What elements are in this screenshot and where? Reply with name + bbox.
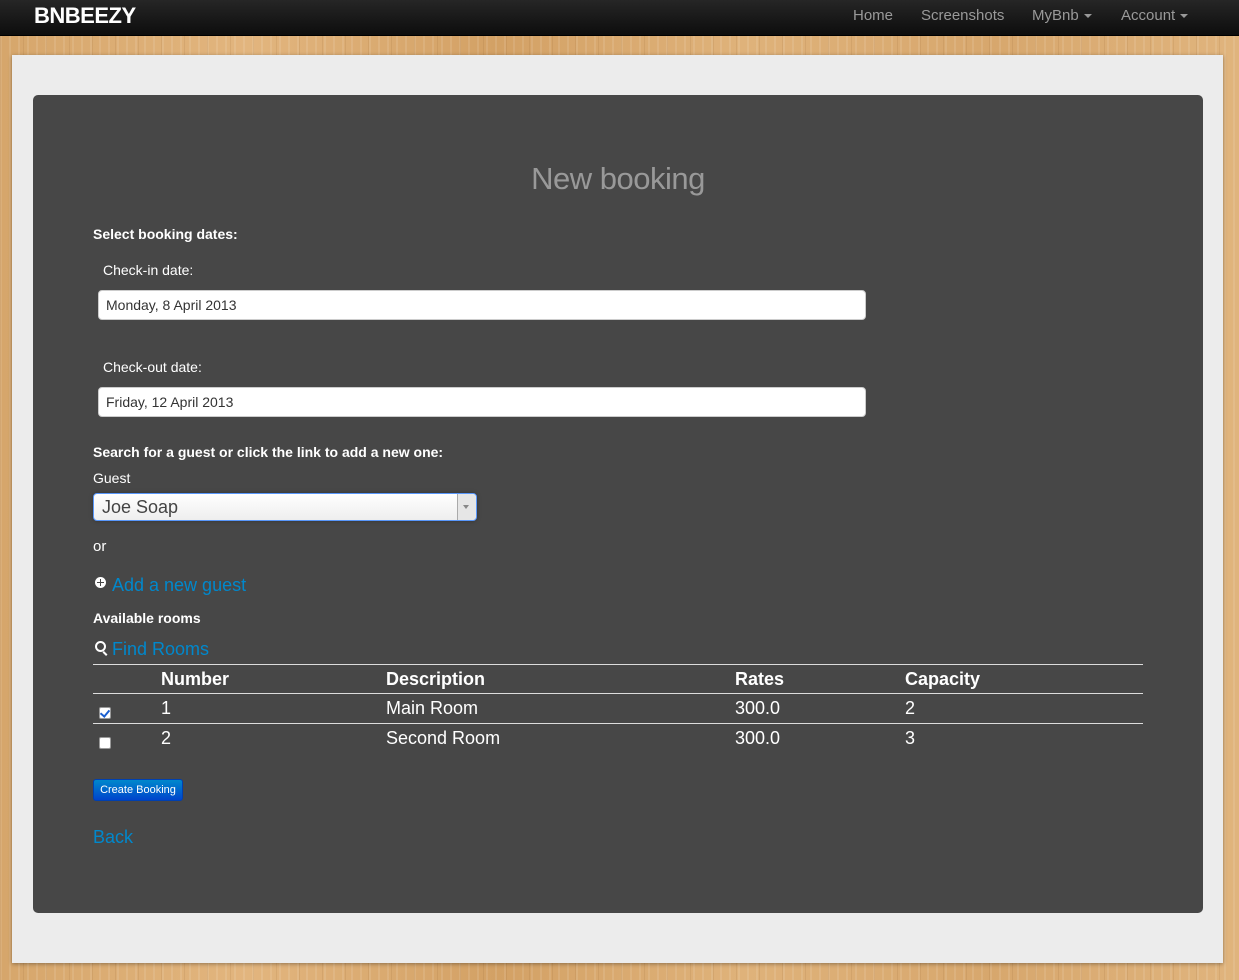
rooms-heading: Available rooms: [93, 610, 201, 626]
dates-heading: Select booking dates:: [93, 226, 238, 242]
table-divider: [93, 664, 1143, 665]
header-description: Description: [386, 669, 486, 689]
room-number: 2: [161, 728, 172, 748]
guest-heading: Search for a guest or click the link to …: [93, 444, 444, 460]
plus-circle-icon: [95, 577, 106, 588]
room-2-checkbox[interactable]: [99, 737, 111, 749]
page-title: New booking: [531, 161, 705, 196]
room-1-checkbox[interactable]: [99, 707, 111, 719]
back-link[interactable]: Back: [93, 827, 133, 848]
checkin-label: Check-in date:: [103, 262, 194, 278]
brand-logo[interactable]: BNBEEZY: [34, 3, 136, 29]
nav-home[interactable]: Home: [853, 7, 893, 24]
find-rooms-link[interactable]: Find Rooms: [112, 639, 209, 660]
nav-account-dropdown[interactable]: Account: [1121, 7, 1189, 24]
add-guest-link[interactable]: Add a new guest: [112, 575, 246, 596]
checkout-date-field[interactable]: Friday, 12 April 2013: [98, 387, 866, 417]
table-divider: [93, 723, 1143, 724]
guest-label: Guest: [93, 470, 131, 486]
table-divider: [93, 693, 1143, 694]
room-rate: 300.0: [735, 728, 781, 748]
booking-form-panel: New booking Select booking dates: Check-…: [33, 95, 1203, 913]
nav-mybnb-dropdown[interactable]: MyBnb: [1032, 7, 1092, 24]
or-text: or: [93, 538, 107, 555]
nav-mybnb-label: MyBnb: [1032, 7, 1079, 24]
search-icon: [95, 641, 106, 652]
chevron-down-icon: [1180, 14, 1189, 19]
header-rates: Rates: [735, 669, 785, 689]
checkout-label: Check-out date:: [103, 359, 202, 375]
guest-select[interactable]: Joe Soap: [93, 493, 477, 521]
room-description: Second Room: [386, 728, 501, 748]
room-description: Main Room: [386, 698, 479, 718]
header-capacity: Capacity: [905, 669, 981, 689]
top-navbar: BNBEEZY Home Screenshots MyBnb Account: [0, 0, 1239, 36]
chevron-down-icon: [1083, 14, 1092, 19]
checkin-date-field[interactable]: Monday, 8 April 2013: [98, 290, 866, 320]
header-number: Number: [161, 669, 230, 689]
room-number: 1: [161, 698, 172, 718]
room-capacity: 2: [905, 698, 916, 718]
dropdown-arrow-icon[interactable]: [457, 494, 476, 520]
guest-select-value: Joe Soap: [102, 497, 179, 517]
nav-account-label: Account: [1121, 7, 1176, 24]
room-capacity: 3: [905, 728, 916, 748]
room-rate: 300.0: [735, 698, 781, 718]
nav-screenshots[interactable]: Screenshots: [921, 7, 1004, 24]
create-booking-button[interactable]: Create Booking: [93, 779, 183, 801]
